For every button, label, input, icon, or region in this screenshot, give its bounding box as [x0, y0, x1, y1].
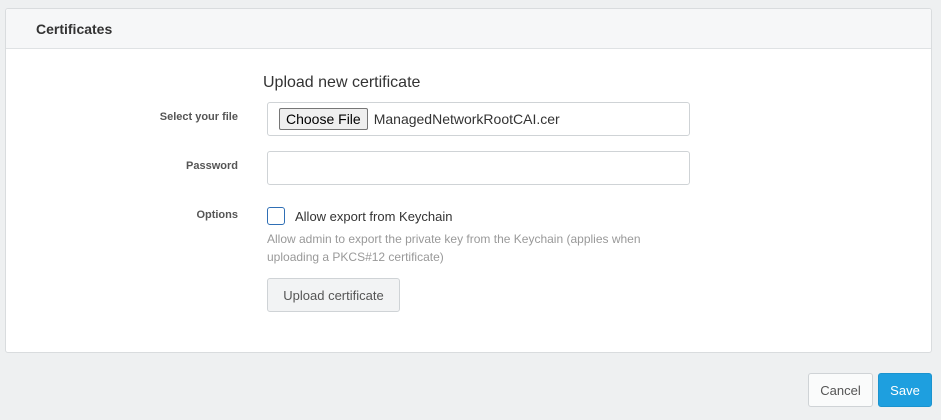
certificates-panel: Certificates Upload new certificate Sele…: [5, 8, 932, 353]
upload-certificate-button[interactable]: Upload certificate: [267, 278, 400, 312]
allow-export-label[interactable]: Allow export from Keychain: [295, 209, 453, 224]
choose-file-button[interactable]: Choose File: [279, 108, 368, 130]
selected-file-name: ManagedNetworkRootCAI.cer: [373, 111, 560, 127]
password-input[interactable]: [267, 151, 690, 185]
password-label: Password: [186, 160, 238, 172]
file-label: Select your file: [159, 111, 238, 123]
save-button[interactable]: Save: [878, 373, 932, 407]
panel-header: Certificates: [6, 9, 931, 49]
options-label: Options: [196, 209, 238, 221]
panel-title: Certificates: [36, 21, 113, 37]
section-title: Upload new certificate: [263, 74, 421, 91]
cancel-button[interactable]: Cancel: [808, 373, 873, 407]
allow-export-checkbox[interactable]: [267, 207, 285, 225]
allow-export-help-text: Allow admin to export the private key fr…: [267, 232, 641, 264]
file-input[interactable]: Choose File ManagedNetworkRootCAI.cer: [267, 102, 690, 136]
